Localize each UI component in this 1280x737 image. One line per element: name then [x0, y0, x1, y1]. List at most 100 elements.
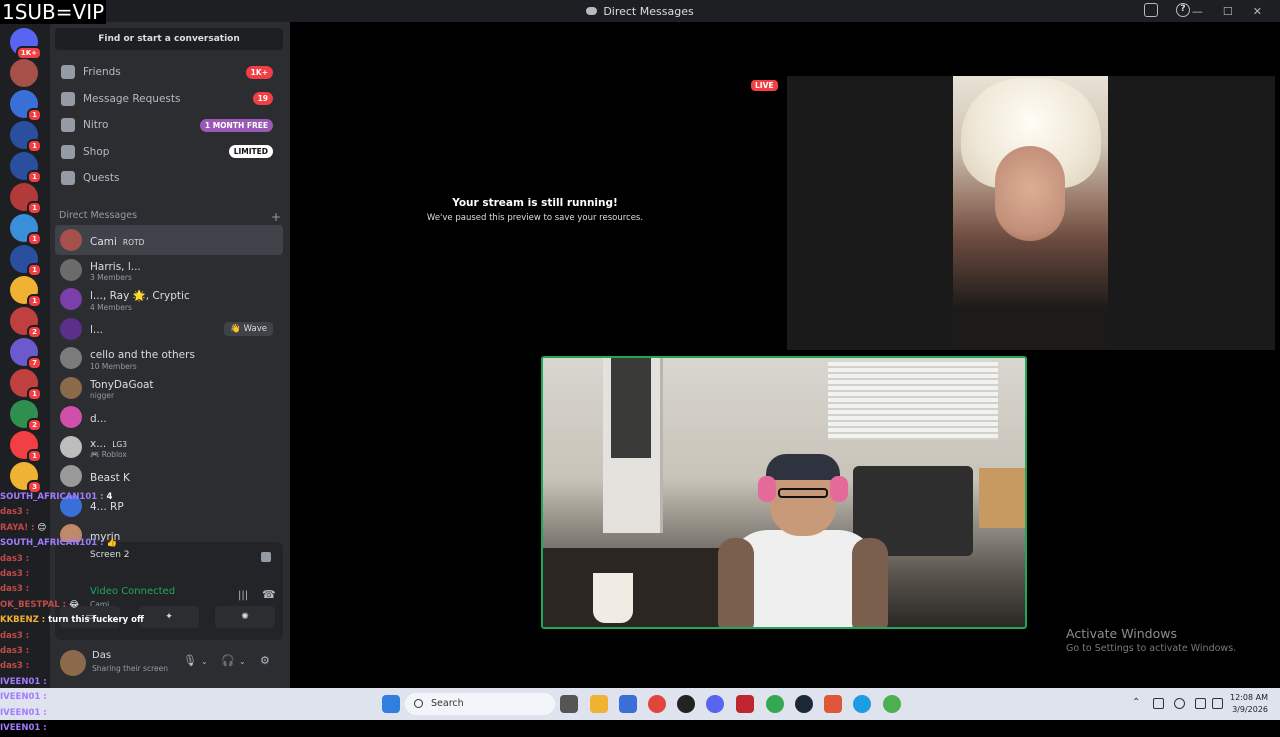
server-badge: 1 [27, 387, 42, 401]
nav-item-quests[interactable]: Quests [55, 165, 283, 191]
nav-item-friends[interactable]: Friends 1K+ [55, 59, 283, 85]
server-icon[interactable]: 1 [10, 152, 42, 184]
live-badge: LIVE [751, 80, 778, 91]
server-icon[interactable]: 1 [10, 90, 42, 122]
chat-user: das3 : [0, 569, 30, 580]
server-icon[interactable]: 2 [10, 307, 42, 339]
app-icon[interactable] [824, 695, 842, 713]
noise-suppression-icon[interactable]: ||| [238, 590, 248, 601]
taskbar-clock[interactable]: 12:08 AM 3/9/2026 [1230, 692, 1268, 716]
task-view-icon[interactable] [560, 695, 578, 713]
create-dm-button[interactable]: + [271, 210, 281, 224]
dm-item[interactable]: l..., Ray 🌟, Cryptic 4 Members [55, 284, 283, 314]
start-icon[interactable] [382, 695, 400, 713]
activities-button[interactable]: ✦ [139, 606, 199, 628]
dm-name: cello and the others [90, 349, 195, 362]
activities-icon: ✦ [165, 612, 173, 622]
server-icon[interactable]: 1 [10, 431, 42, 463]
wave-button[interactable]: 👋 Wave [224, 321, 273, 336]
nav-item-nitro[interactable]: Nitro 1 MONTH FREE [55, 112, 283, 138]
server-badge: 1 [27, 449, 42, 463]
dm-item[interactable]: TonyDaGoat nigger [55, 373, 283, 403]
dm-item[interactable]: d... [55, 402, 283, 432]
nav-label: Quests [83, 172, 120, 184]
server-badge: 1 [27, 232, 42, 246]
headphones-icon[interactable]: 🎧 [221, 654, 235, 667]
chevron-up-icon[interactable]: ⌃ [1132, 697, 1140, 708]
chat-message: 😂 [69, 599, 80, 610]
dm-name: Beast K [90, 471, 130, 484]
server-badge: 1 [27, 170, 42, 184]
nav-item-shop[interactable]: Shop LIMITED [55, 139, 283, 165]
taskbar-search[interactable]: Search [405, 693, 555, 715]
dm-header: Direct Messages + [59, 210, 281, 224]
chat-line: KKBENZ : turn this fuckery off [0, 613, 144, 628]
server-icon[interactable]: 7 [10, 338, 42, 370]
file-explorer-icon[interactable] [590, 695, 608, 713]
server-icon[interactable]: 1K+ [10, 28, 42, 60]
server-icon[interactable] [10, 59, 38, 87]
chat-line: IVEEN01 : [0, 721, 120, 736]
dm-item[interactable]: Cami ROTD [55, 225, 283, 255]
server-badge: 1 [27, 294, 42, 308]
server-icon[interactable]: 1 [10, 121, 42, 153]
clock-time: 12:08 AM [1230, 693, 1268, 702]
chevron-down-icon[interactable]: ⌄ [201, 657, 208, 666]
disconnect-icon[interactable]: ☎ [262, 588, 276, 601]
server-icon[interactable]: 1 [10, 369, 42, 401]
network-icon[interactable] [1153, 698, 1164, 709]
server-icon[interactable]: 3 [10, 462, 42, 494]
server-icon[interactable]: 1 [10, 183, 42, 215]
dm-item[interactable]: l... 👋 Wave [55, 314, 283, 344]
maximize-icon[interactable]: ☐ [1223, 5, 1233, 18]
server-icon[interactable]: 1 [10, 276, 42, 308]
dm-item[interactable]: cello and the others 10 Members [55, 343, 283, 373]
stream-video-tile[interactable] [787, 76, 1275, 350]
dm-subtitle: 4 Members [90, 302, 132, 312]
chrome-active-icon[interactable] [766, 695, 784, 713]
inbox-icon[interactable] [1144, 3, 1158, 17]
settings-gear-icon[interactable]: ⚙ [260, 654, 270, 667]
dm-item[interactable]: x... LG3 🎮 Roblox [55, 432, 283, 462]
server-icon[interactable]: 1 [10, 245, 42, 277]
discord-icon [586, 7, 598, 15]
chat-line: RAYA! : 😊 [0, 521, 120, 536]
dm-tag: LG3 [112, 439, 127, 449]
chevron-down-icon[interactable]: ⌄ [239, 657, 246, 666]
chrome-icon[interactable] [648, 695, 666, 713]
find-conversation-button[interactable]: Find or start a conversation [55, 28, 283, 50]
soundboard-button[interactable]: ✺ [215, 606, 275, 628]
chrome-profile-icon[interactable] [883, 695, 901, 713]
mic-tray-icon[interactable] [1174, 698, 1185, 709]
minimize-icon[interactable]: — [1192, 5, 1203, 18]
server-badge: 2 [27, 418, 42, 432]
store-icon[interactable] [619, 695, 637, 713]
close-icon[interactable]: ✕ [1253, 5, 1262, 18]
acrobat-icon[interactable] [736, 695, 754, 713]
camera-person-image [718, 454, 888, 627]
server-icon[interactable]: 2 [10, 400, 42, 432]
chat-line: OK_BESTPAL : 😂 [0, 598, 120, 613]
camera-video-tile[interactable] [541, 356, 1027, 629]
display-icon[interactable] [1195, 698, 1206, 709]
server-icon[interactable]: 1 [10, 214, 42, 246]
nav-item-message-requests[interactable]: Message Requests 19 [55, 86, 283, 112]
dm-item[interactable]: Beast K [55, 461, 283, 491]
help-icon[interactable]: ? [1176, 3, 1190, 17]
chat-user: IVEEN01 : [0, 692, 47, 703]
dm-item[interactable]: Harris, l... 3 Members [55, 255, 283, 285]
microphone-icon[interactable]: 🎙 [183, 654, 197, 667]
title-bar: Direct Messages ? — ☐ ✕ [0, 0, 1280, 22]
volume-icon[interactable] [1212, 698, 1223, 709]
obs-icon[interactable] [677, 695, 695, 713]
chat-user: das3 : [0, 661, 30, 672]
search-icon [414, 699, 423, 708]
chat-user: IVEEN01 : [0, 676, 47, 687]
dm-name: TonyDaGoat [90, 378, 154, 391]
edge-icon[interactable] [853, 695, 871, 713]
steam-icon[interactable] [795, 695, 813, 713]
discord-taskbar-icon[interactable] [706, 695, 724, 713]
avatar [60, 317, 82, 340]
close-preview-icon[interactable] [261, 552, 271, 562]
server-badge: 2 [27, 325, 42, 339]
